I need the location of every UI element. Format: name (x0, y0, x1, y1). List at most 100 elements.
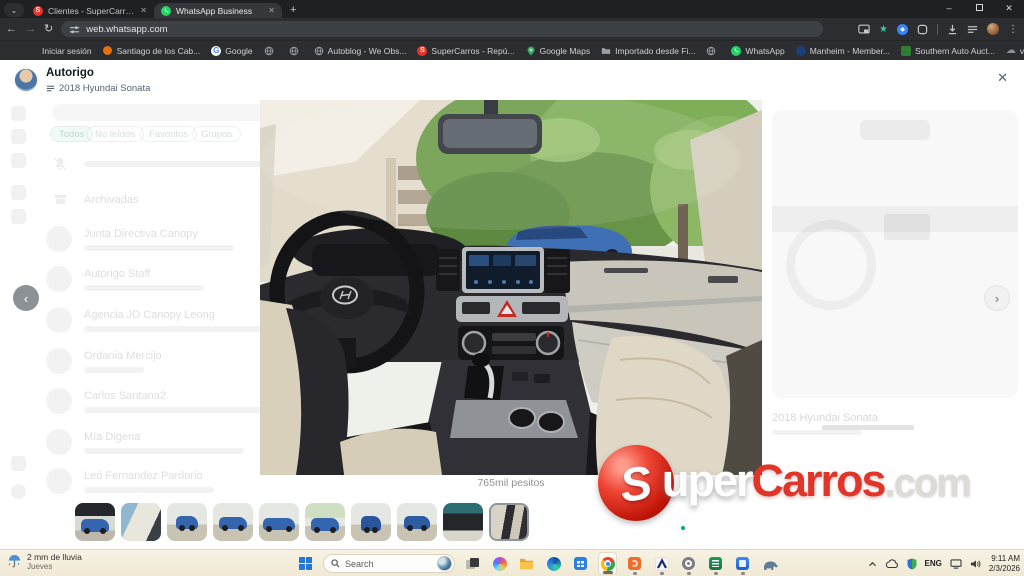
file-explorer-button[interactable] (517, 552, 536, 575)
ghost-archive-icon (54, 193, 67, 206)
tab-close-icon[interactable]: ✕ (268, 6, 275, 15)
bookmark-label: WhatsApp (745, 46, 784, 56)
thumbnail[interactable] (75, 503, 115, 541)
weather-widget[interactable]: 2 mm de lluvia Jueves (7, 552, 82, 571)
next-photo-button[interactable]: › (984, 285, 1010, 311)
status-green-dot (681, 526, 685, 530)
date: 2/3/2026 (989, 564, 1020, 574)
close-window-button[interactable]: ✕ (994, 0, 1024, 16)
thumbnail[interactable] (259, 503, 299, 541)
reading-list-icon[interactable] (967, 24, 978, 35)
maps-pin-icon (526, 46, 536, 56)
bookmark-label: Google (225, 46, 252, 56)
edge-button[interactable] (544, 552, 563, 575)
bookmark-vafirma[interactable]: ☁ vafirma fortress (1006, 46, 1024, 56)
whatsapp-favicon (161, 6, 171, 16)
globe-icon (289, 46, 299, 56)
extension-gem-icon[interactable]: ◆ (897, 24, 908, 35)
orange-app-button[interactable] (625, 552, 644, 575)
previous-photo-button[interactable]: ‹ (13, 285, 39, 311)
whatsapp-media-viewer: Todos No leídos Favoritos Grupos Archiva… (0, 60, 1024, 549)
back-button[interactable]: ← (6, 24, 17, 35)
bookmark-label: Manheim - Member... (810, 46, 890, 56)
globe-icon (314, 46, 324, 56)
thumbnail[interactable] (213, 503, 253, 541)
task-view-button[interactable] (463, 552, 482, 575)
bookmark-label: SuperCarros - Repú... (431, 46, 514, 56)
microsoft-store-button[interactable] (571, 552, 590, 575)
navy-app-button[interactable] (652, 552, 671, 575)
bookmark-iniciar-sesion[interactable]: Iniciar sesión (28, 46, 92, 56)
bookmark-southern-auto[interactable]: Southern Auto Auct... (901, 46, 995, 56)
thumbnail[interactable] (397, 503, 437, 541)
tab-clientes-supercarros[interactable]: S Clientes - SuperCarros.com ✕ (26, 3, 154, 18)
supercarros-favicon: S (33, 6, 43, 16)
thumbnail[interactable] (167, 503, 207, 541)
bookmark-globe-1[interactable] (264, 46, 278, 56)
bookmark-google[interactable]: G Google (211, 46, 252, 56)
toolbar-actions: ★ ◆ ⋮ (858, 23, 1018, 35)
tab-search-button[interactable]: ⌄ (4, 3, 24, 17)
close-viewer-icon[interactable]: ✕ (997, 70, 1008, 86)
ring-app-button[interactable] (679, 552, 698, 575)
start-button[interactable] (296, 552, 315, 575)
tab-close-icon[interactable]: ✕ (140, 6, 147, 15)
reload-button[interactable]: ↻ (44, 24, 53, 35)
network-icon[interactable] (950, 559, 962, 569)
system-tray: ENG 9:11 AM 2/3/2026 (868, 550, 1020, 576)
taskbar-search[interactable]: Search (323, 554, 455, 573)
manheim-icon (796, 46, 806, 56)
bookmark-globe-3[interactable] (706, 46, 720, 56)
security-shield-icon[interactable] (907, 558, 917, 570)
bookmark-santiago[interactable]: Santiago de los Cab... (103, 46, 201, 56)
bookmark-star-icon[interactable]: ★ (879, 24, 888, 35)
photo-caption: 765mil pesitos (260, 477, 762, 489)
cast-icon[interactable] (858, 24, 870, 35)
thumbnail[interactable] (121, 503, 161, 541)
bookmark-google-maps[interactable]: Google Maps (526, 46, 591, 56)
copilot-button[interactable] (490, 552, 509, 575)
tab-whatsapp-business[interactable]: WhatsApp Business ✕ (154, 3, 282, 18)
profile-avatar[interactable] (987, 23, 999, 35)
rain-umbrella-icon (7, 554, 22, 569)
pgadmin-button[interactable] (760, 552, 779, 575)
volume-icon[interactable] (970, 559, 981, 569)
folder-icon (519, 557, 534, 570)
main-photo (260, 100, 762, 475)
search-highlight-image[interactable] (437, 556, 452, 571)
new-tab-button[interactable]: + (290, 4, 296, 16)
weather-day: Jueves (27, 562, 82, 571)
thumbnail-selected[interactable] (489, 503, 529, 541)
blue-app-icon (736, 557, 749, 570)
sender-avatar[interactable] (14, 68, 38, 92)
tray-chevron-icon[interactable] (868, 561, 877, 567)
thumbnail[interactable] (443, 503, 483, 541)
bookmark-whatsapp[interactable]: WhatsApp (731, 46, 784, 56)
address-bar[interactable]: web.whatsapp.com (61, 21, 823, 37)
download-icon[interactable] (947, 24, 958, 35)
onedrive-cloud-icon[interactable] (885, 559, 899, 569)
thumbnail[interactable] (305, 503, 345, 541)
blue-app-button[interactable] (733, 552, 752, 575)
copilot-icon (493, 557, 507, 571)
bookmark-label: Santiago de los Cab... (117, 46, 201, 56)
bookmark-globe-2[interactable] (289, 46, 303, 56)
extensions-icon[interactable] (917, 24, 928, 35)
language-indicator[interactable]: ENG (925, 559, 942, 568)
bookmark-autoblog[interactable]: Autoblog - We Obs... (314, 46, 407, 56)
green-app-button[interactable] (706, 552, 725, 575)
bookmark-supercarros[interactable]: S SuperCarros - Repú... (417, 46, 514, 56)
thumbnail[interactable] (351, 503, 391, 541)
bookmark-importado-folder[interactable]: Importado desde Fi... (601, 46, 695, 56)
task-view-icon (466, 558, 479, 569)
forward-button[interactable]: → (25, 24, 36, 35)
clock[interactable]: 9:11 AM 2/3/2026 (989, 554, 1020, 573)
ghost-filter-chip: Grupos (192, 126, 241, 142)
store-icon (574, 557, 587, 570)
menu-kebab-icon[interactable]: ⋮ (1008, 24, 1018, 35)
minimize-button[interactable]: – (934, 0, 964, 16)
maximize-button[interactable] (964, 0, 994, 16)
bookmark-manheim[interactable]: Manheim - Member... (796, 46, 890, 56)
ghost-filter-chip: Todos (50, 126, 93, 142)
chrome-button[interactable] (598, 552, 617, 575)
